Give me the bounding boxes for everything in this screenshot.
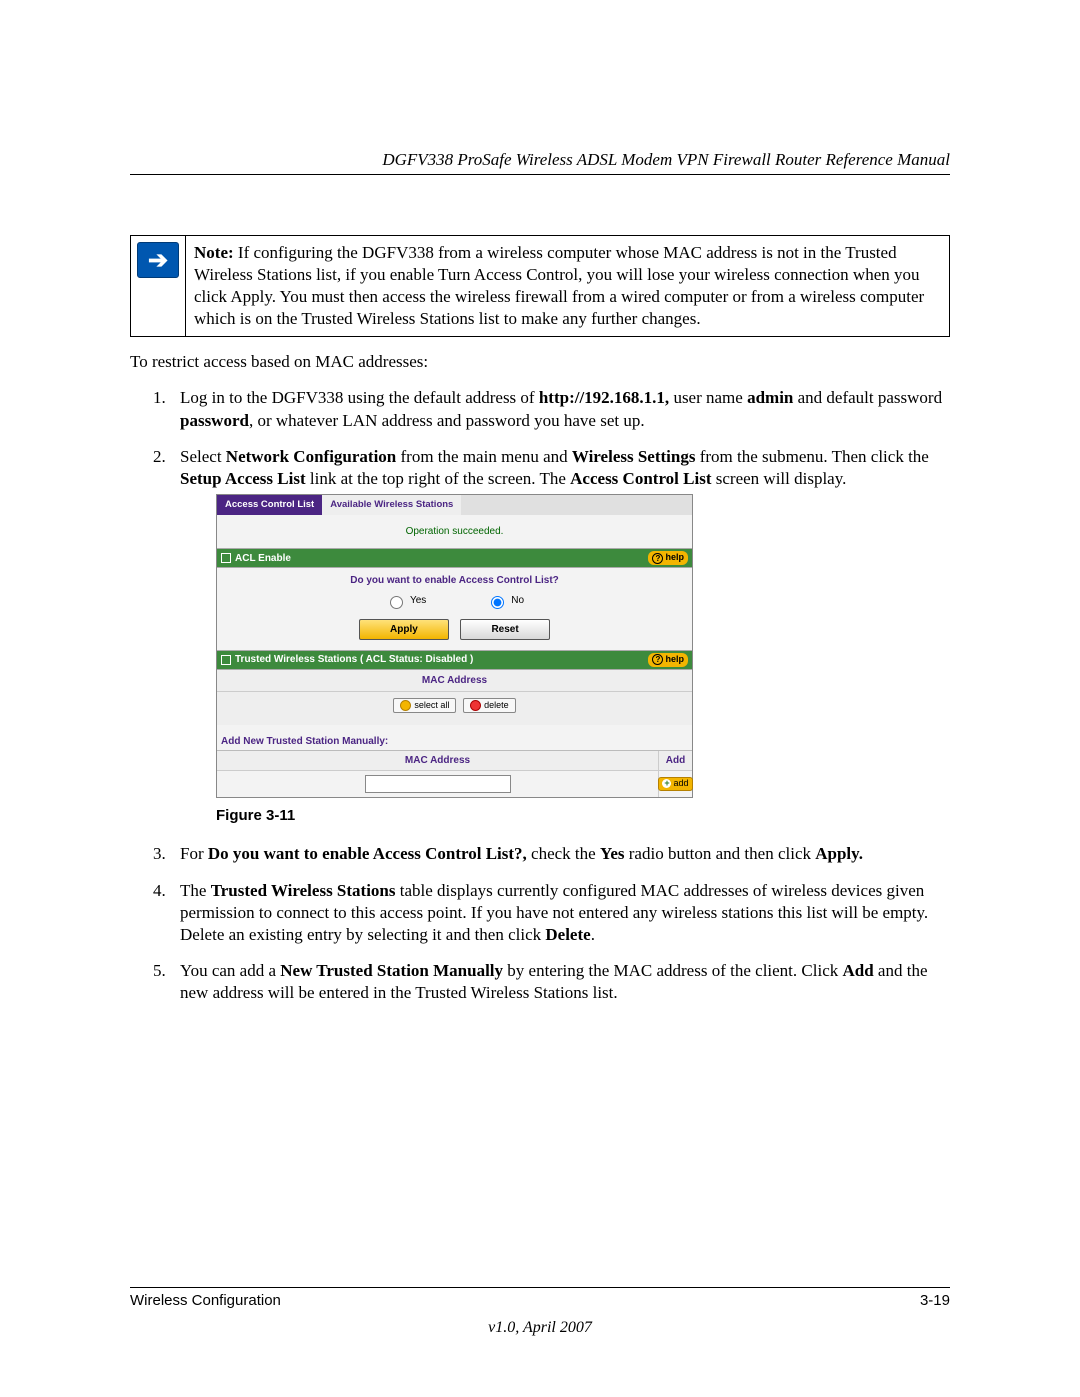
tab-access-control-list[interactable]: Access Control List xyxy=(217,495,322,515)
collapse-box-icon[interactable] xyxy=(221,655,231,665)
help-button[interactable]: help xyxy=(648,551,688,565)
note-body: If configuring the DGFV338 from a wirele… xyxy=(194,243,924,328)
radio-no-input[interactable] xyxy=(491,596,504,609)
check-dot-icon xyxy=(400,700,411,711)
section-title: Trusted Wireless Stations ( ACL Status: … xyxy=(221,653,473,666)
t: , or whatever LAN address and password y… xyxy=(249,411,645,430)
mac-input-cell xyxy=(217,771,658,797)
step-5: You can add a New Trusted Station Manual… xyxy=(170,960,950,1004)
delete-button[interactable]: delete xyxy=(463,698,516,714)
footer-right: 3-19 xyxy=(920,1292,950,1309)
t: Yes xyxy=(600,844,625,863)
t: user name xyxy=(669,388,747,407)
page-header: DGFV338 ProSafe Wireless ADSL Modem VPN … xyxy=(130,150,950,175)
t: Yes xyxy=(410,594,426,607)
t: Setup Access List xyxy=(180,469,306,488)
t: Select xyxy=(180,447,226,466)
add-col-header: Add xyxy=(658,751,692,771)
reset-button[interactable]: Reset xyxy=(460,619,550,640)
select-all-button[interactable]: select all xyxy=(393,698,456,714)
step-1: Log in to the DGFV338 using the default … xyxy=(170,387,950,431)
t: screen will display. xyxy=(712,469,847,488)
figure-caption: Figure 3-11 xyxy=(216,806,950,826)
url-text: http://192.168.1.1, xyxy=(539,388,669,407)
radio-no[interactable]: No xyxy=(486,593,524,609)
radio-row: Yes No xyxy=(221,593,688,609)
step-2: Select Network Configuration from the ma… xyxy=(170,446,950,826)
t: Trusted Wireless Stations xyxy=(211,881,396,900)
note-box: ➔ Note: If configuring the DGFV338 from … xyxy=(130,235,950,337)
t: Do you want to enable Access Control Lis… xyxy=(208,844,527,863)
steps-list: Log in to the DGFV338 using the default … xyxy=(130,387,950,1004)
arrow-right-icon: ➔ xyxy=(148,246,168,275)
t: Trusted Wireless Stations ( ACL Status: … xyxy=(235,654,473,665)
embedded-ui-screenshot: Access Control List Available Wireless S… xyxy=(216,494,693,798)
add-column: Add add xyxy=(658,751,692,797)
mac-address-header: MAC Address xyxy=(217,670,692,692)
arrow-note-icon: ➔ xyxy=(137,242,179,278)
t: Log in to the DGFV338 using the default … xyxy=(180,388,539,407)
note-label: Note: xyxy=(194,243,234,262)
step-4: The Trusted Wireless Stations table disp… xyxy=(170,880,950,946)
page-footer: Wireless Configuration 3-19 v1.0, April … xyxy=(130,1287,950,1337)
t: by entering the MAC address of the clien… xyxy=(503,961,842,980)
t: You can add a xyxy=(180,961,280,980)
t: check the xyxy=(527,844,600,863)
status-message: Operation succeeded. xyxy=(217,515,692,548)
footer-line: Wireless Configuration 3-19 xyxy=(130,1287,950,1309)
t: Wireless Settings xyxy=(572,447,696,466)
t: from the submenu. Then click the xyxy=(695,447,928,466)
t: from the main menu and xyxy=(396,447,572,466)
note-icon-cell: ➔ xyxy=(131,236,186,336)
t: For xyxy=(180,844,208,863)
add-button[interactable]: add xyxy=(658,777,692,791)
password-text: password xyxy=(180,411,249,430)
t: The xyxy=(180,881,211,900)
section-title: ACL Enable xyxy=(221,552,291,565)
footer-version: v1.0, April 2007 xyxy=(130,1319,950,1337)
button-row: Apply Reset xyxy=(221,619,688,640)
radio-yes[interactable]: Yes xyxy=(385,593,426,609)
collapse-box-icon[interactable] xyxy=(221,553,231,563)
section-acl-enable: ACL Enable help xyxy=(217,548,692,568)
footer-left: Wireless Configuration xyxy=(130,1292,281,1309)
t: Add xyxy=(842,961,873,980)
t: and default password xyxy=(793,388,942,407)
mac-column: MAC Address xyxy=(217,751,658,797)
add-btn-cell: add xyxy=(658,771,692,797)
intro-text: To restrict access based on MAC addresse… xyxy=(130,351,950,373)
tab-bar: Access Control List Available Wireless S… xyxy=(217,494,692,515)
t: link at the top right of the screen. The xyxy=(306,469,571,488)
mac-col-header: MAC Address xyxy=(217,751,658,771)
mac-address-input[interactable] xyxy=(365,775,511,793)
note-text: Note: If configuring the DGFV338 from a … xyxy=(186,236,949,336)
acl-question: Do you want to enable Access Control Lis… xyxy=(221,574,688,587)
table-actions: select all delete xyxy=(217,692,692,725)
apply-button[interactable]: Apply xyxy=(359,619,449,640)
t: . xyxy=(591,925,595,944)
help-button[interactable]: help xyxy=(648,653,688,667)
t: No xyxy=(511,594,524,607)
tab-available-wireless-stations[interactable]: Available Wireless Stations xyxy=(322,495,461,515)
t: New Trusted Station Manually xyxy=(280,961,503,980)
section-trusted-stations: Trusted Wireless Stations ( ACL Status: … xyxy=(217,650,692,670)
t: delete xyxy=(484,700,509,712)
t: Delete xyxy=(545,925,590,944)
step-3: For Do you want to enable Access Control… xyxy=(170,843,950,865)
radio-yes-input[interactable] xyxy=(390,596,403,609)
username-text: admin xyxy=(747,388,793,407)
t: select all xyxy=(414,700,449,712)
t: Access Control List xyxy=(570,469,711,488)
add-row: MAC Address Add add xyxy=(217,750,692,797)
t: Apply. xyxy=(815,844,863,863)
x-dot-icon xyxy=(470,700,481,711)
t: Network Configuration xyxy=(226,447,396,466)
t: ACL Enable xyxy=(235,553,291,564)
t: radio button and then click xyxy=(625,844,816,863)
manual-caption: Add New Trusted Station Manually: xyxy=(217,725,692,750)
document-page: DGFV338 ProSafe Wireless ADSL Modem VPN … xyxy=(0,0,1080,1397)
acl-enable-panel: Do you want to enable Access Control Lis… xyxy=(217,568,692,650)
